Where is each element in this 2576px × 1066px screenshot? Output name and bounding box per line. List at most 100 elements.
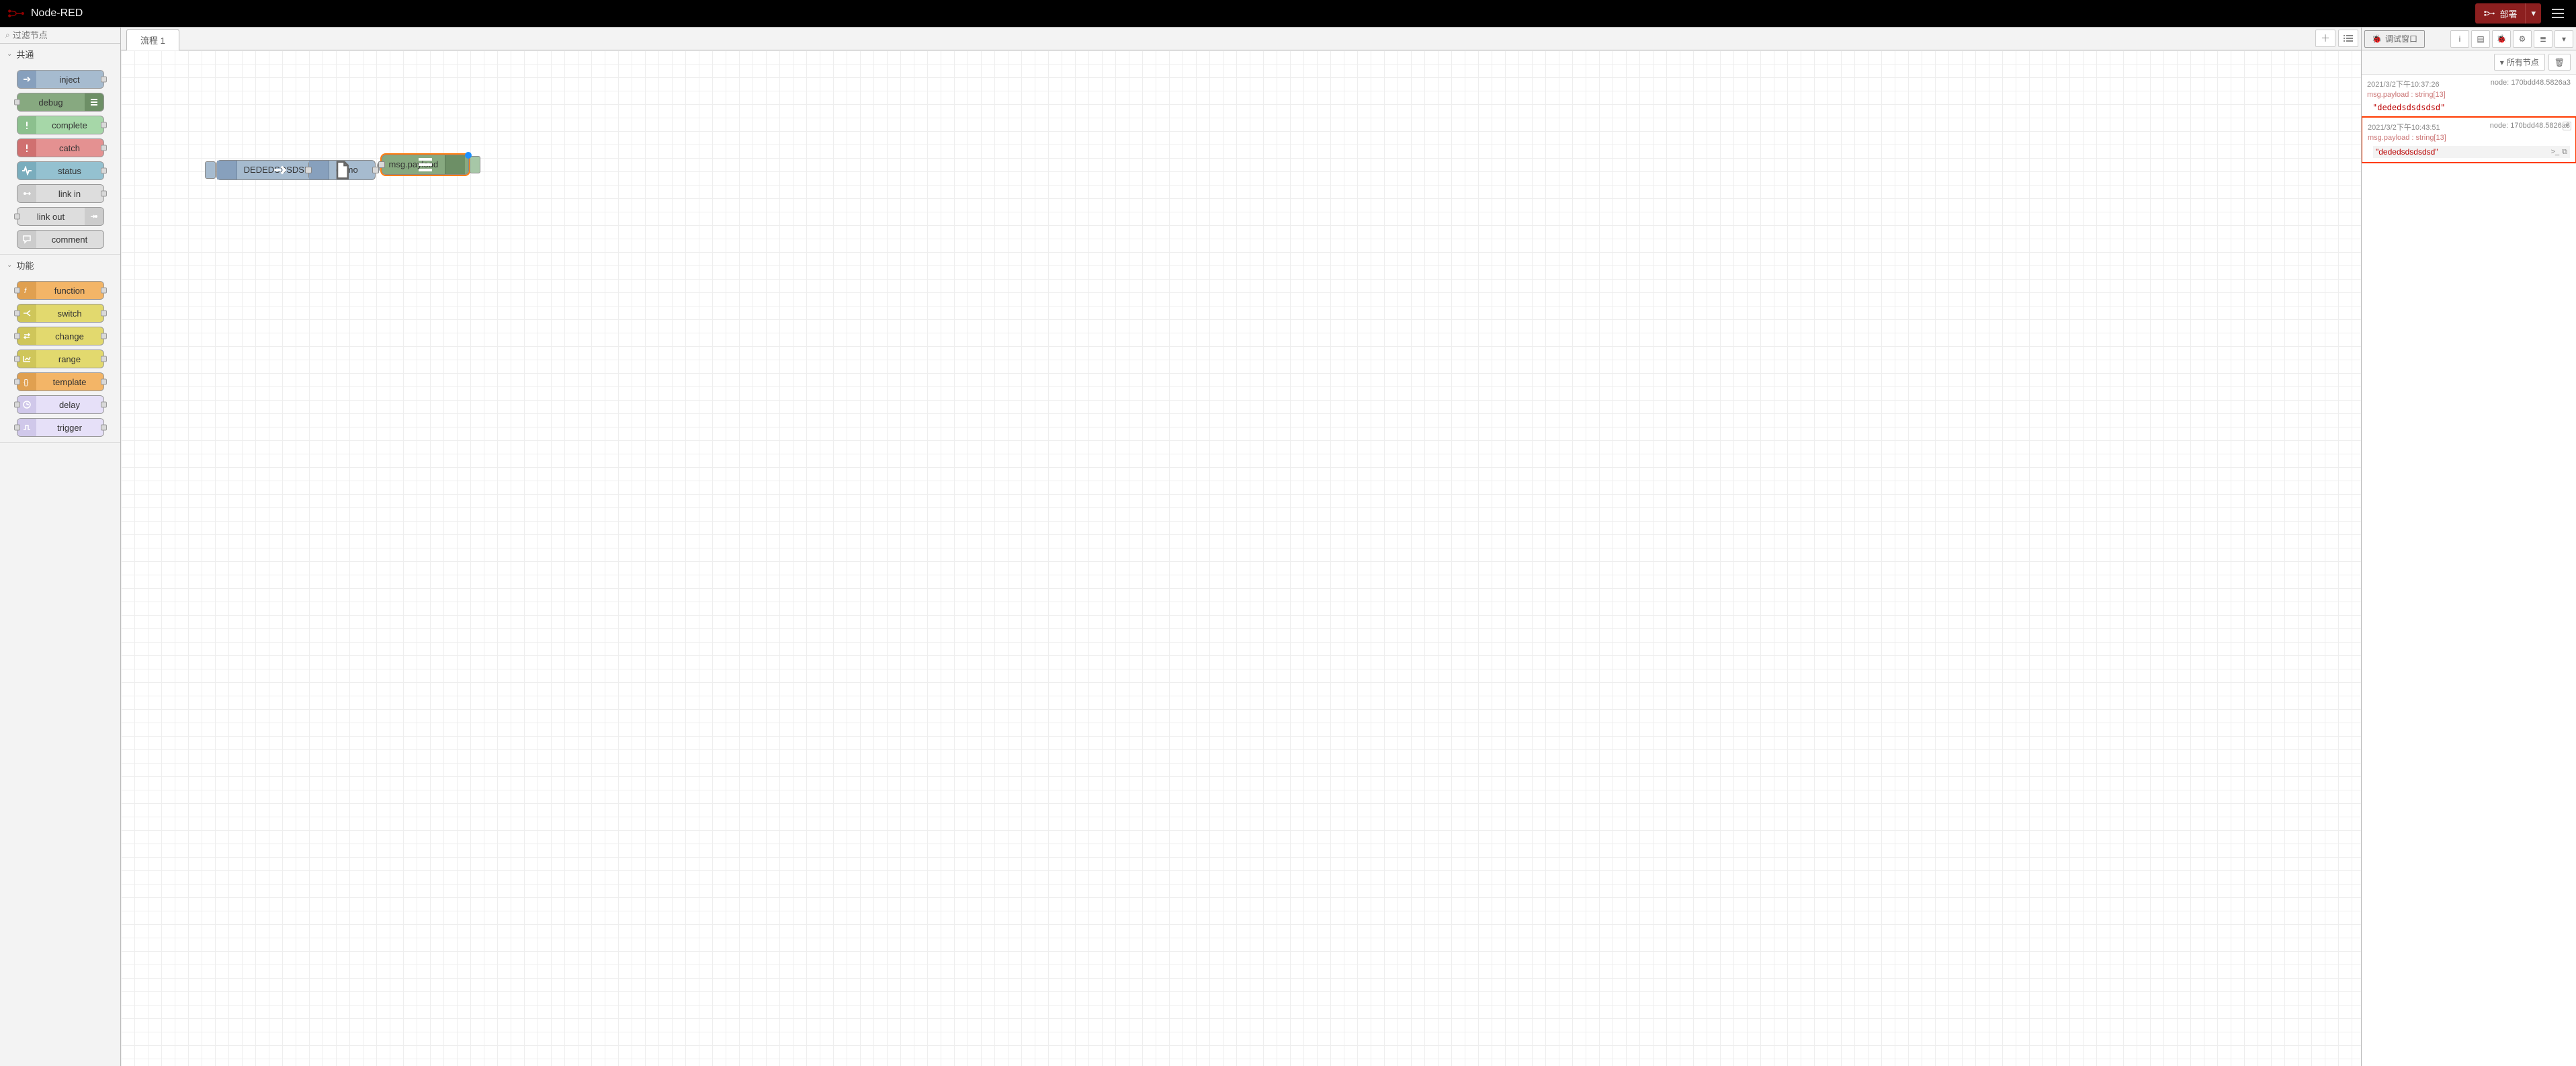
palette-node-complete[interactable]: complete [17, 116, 104, 134]
node-port-left [14, 425, 20, 431]
palette-node-range[interactable]: range [17, 350, 104, 368]
svg-text:{}: {} [24, 378, 29, 386]
flow-node-port-left[interactable] [378, 161, 385, 168]
flow-node-label: demo [329, 165, 365, 175]
delay-icon [17, 396, 36, 413]
stack-icon: ≣ [2540, 34, 2546, 44]
range-icon [17, 350, 36, 368]
debug-clear-button[interactable]: 🗑 [2548, 54, 2571, 71]
node-port-right [101, 311, 107, 317]
debug-message-list: 2021/3/2下午10:37:26node: 170bdd48.5826a3m… [2362, 75, 2576, 1066]
comment-icon [17, 231, 36, 248]
workspace: 流程 1 ＋ DEDEDSDSDSDSDdemomsg.payload [121, 28, 2361, 1066]
palette-node-function[interactable]: ffunction [17, 281, 104, 300]
palette-node-catch[interactable]: catch [17, 138, 104, 157]
sidebar-tab-context[interactable]: ≣ [2534, 30, 2552, 48]
debug-node-name[interactable]: node: 170bdd48.5826a3 [2491, 79, 2571, 89]
sidebar-tab-help[interactable]: ▤ [2471, 30, 2490, 48]
deploy-icon [2483, 9, 2495, 18]
deploy-button[interactable]: 部署 ▾ [2475, 3, 2541, 24]
deploy-label: 部署 [2499, 7, 2517, 20]
palette-node-status[interactable]: status [17, 161, 104, 180]
add-tab-button[interactable]: ＋ [2315, 30, 2335, 47]
palette-search[interactable]: ⌕ [0, 28, 120, 44]
sidebar-tab-debug2[interactable]: 🐞 [2492, 30, 2511, 48]
palette-node-inject[interactable]: inject [17, 70, 104, 89]
trigger-icon [17, 419, 36, 436]
debug-message[interactable]: 2021/3/2下午10:43:51node: 170bdd48.5826a3▾… [2362, 116, 2576, 163]
palette-node-comment[interactable]: comment [17, 230, 104, 249]
palette-node-trigger[interactable]: trigger [17, 418, 104, 437]
info-icon: i [2459, 34, 2461, 44]
node-port-left [14, 402, 20, 408]
palette-category-label: 功能 [16, 259, 34, 272]
debug-msg-caret[interactable]: ▾ [2563, 122, 2571, 130]
deploy-button-main[interactable]: 部署 [2475, 7, 2525, 20]
palette-node-template[interactable]: {}template [17, 372, 104, 391]
palette-node-label: link in [36, 189, 103, 199]
app-logo: Node-RED [7, 7, 83, 19]
palette-node-linkout[interactable]: link out [17, 207, 104, 226]
debug-filter-label: 所有节点 [2507, 56, 2539, 68]
linkin-icon [17, 185, 36, 202]
flow-node-button[interactable] [205, 161, 216, 179]
pulse-icon [17, 162, 36, 179]
palette-search-input[interactable] [13, 30, 115, 40]
node-port-right [101, 191, 107, 197]
palette-node-label: link out [17, 212, 85, 222]
fn-icon: f [17, 282, 36, 299]
node-port-left [14, 356, 20, 362]
copy-icon[interactable]: ⧉ [2562, 148, 2567, 157]
debug-payload: "dededsdsdsdsd" [2372, 103, 2571, 112]
sidebar-tab-config[interactable]: ⚙ [2513, 30, 2532, 48]
debug-topic: msg.payload : string[13] [2367, 91, 2571, 99]
app-title: Node-RED [31, 7, 83, 19]
flow-node-n3[interactable]: msg.payload [382, 155, 469, 175]
bang-icon [17, 116, 36, 134]
right-sidebar: 🐞 调试窗口 i ▤ 🐞 ⚙ ≣ ▾ ▾ 所有节点 🗑 2021/3/2下午10… [2361, 28, 2576, 1066]
search-icon: ⌕ [5, 30, 10, 40]
svg-text:f: f [24, 287, 27, 295]
flow-canvas[interactable]: DEDEDSDSDSDSDdemomsg.payload [121, 50, 2361, 1066]
flow-node-button[interactable] [470, 156, 480, 173]
tab-list-button[interactable] [2338, 30, 2358, 47]
palette-node-label: switch [36, 309, 103, 319]
palette-category-header[interactable]: ⌄共通 [0, 44, 120, 65]
node-port-right [101, 356, 107, 362]
palette-node-label: comment [36, 235, 103, 245]
debug-topic: msg.payload : string[13] [2368, 134, 2570, 142]
palette-category-header[interactable]: ⌄功能 [0, 255, 120, 276]
node-port-right [101, 379, 107, 385]
node-red-logo-icon [7, 7, 26, 19]
palette-category-label: 共通 [16, 48, 34, 60]
pin-icon[interactable]: >_ [2551, 148, 2560, 157]
sidebar-tab-debug-label: 调试窗口 [2385, 33, 2417, 44]
palette-node-delay[interactable]: delay [17, 395, 104, 414]
debug-filter-button[interactable]: ▾ 所有节点 [2494, 54, 2545, 71]
debug-message[interactable]: 2021/3/2下午10:37:26node: 170bdd48.5826a3m… [2362, 75, 2576, 117]
bars-icon [85, 93, 103, 111]
palette-node-label: catch [36, 143, 103, 153]
debug-node-name[interactable]: node: 170bdd48.5826a3 [2490, 122, 2570, 132]
app-header: Node-RED 部署 ▾ [0, 0, 2576, 27]
sidebar-tab-info[interactable]: i [2450, 30, 2469, 48]
node-port-left [14, 379, 20, 385]
workspace-tab[interactable]: 流程 1 [126, 29, 179, 50]
node-port-right [101, 122, 107, 128]
palette-node-label: inject [36, 75, 103, 85]
palette-node-switch[interactable]: switch [17, 304, 104, 323]
flow-node-port-left[interactable] [305, 167, 312, 173]
sidebar-tab-caret[interactable]: ▾ [2554, 30, 2573, 48]
palette-sidebar: ⌕ ⌄共通 inject debug complete catch status link … [0, 28, 121, 1066]
palette-node-debug[interactable]: debug [17, 93, 104, 112]
palette-node-linkin[interactable]: link in [17, 184, 104, 203]
deploy-caret[interactable]: ▾ [2525, 3, 2541, 24]
main-menu-button[interactable] [2546, 2, 2569, 25]
hamburger-icon [2552, 9, 2564, 18]
sidebar-tab-debug[interactable]: 🐞 调试窗口 [2364, 30, 2425, 48]
flow-node-n2[interactable]: demo [308, 160, 376, 180]
palette-node-change[interactable]: change [17, 327, 104, 345]
node-port-left [14, 333, 20, 339]
node-port-right [101, 145, 107, 151]
debug-payload: "dededsdsdsdsd" [2376, 147, 2438, 157]
